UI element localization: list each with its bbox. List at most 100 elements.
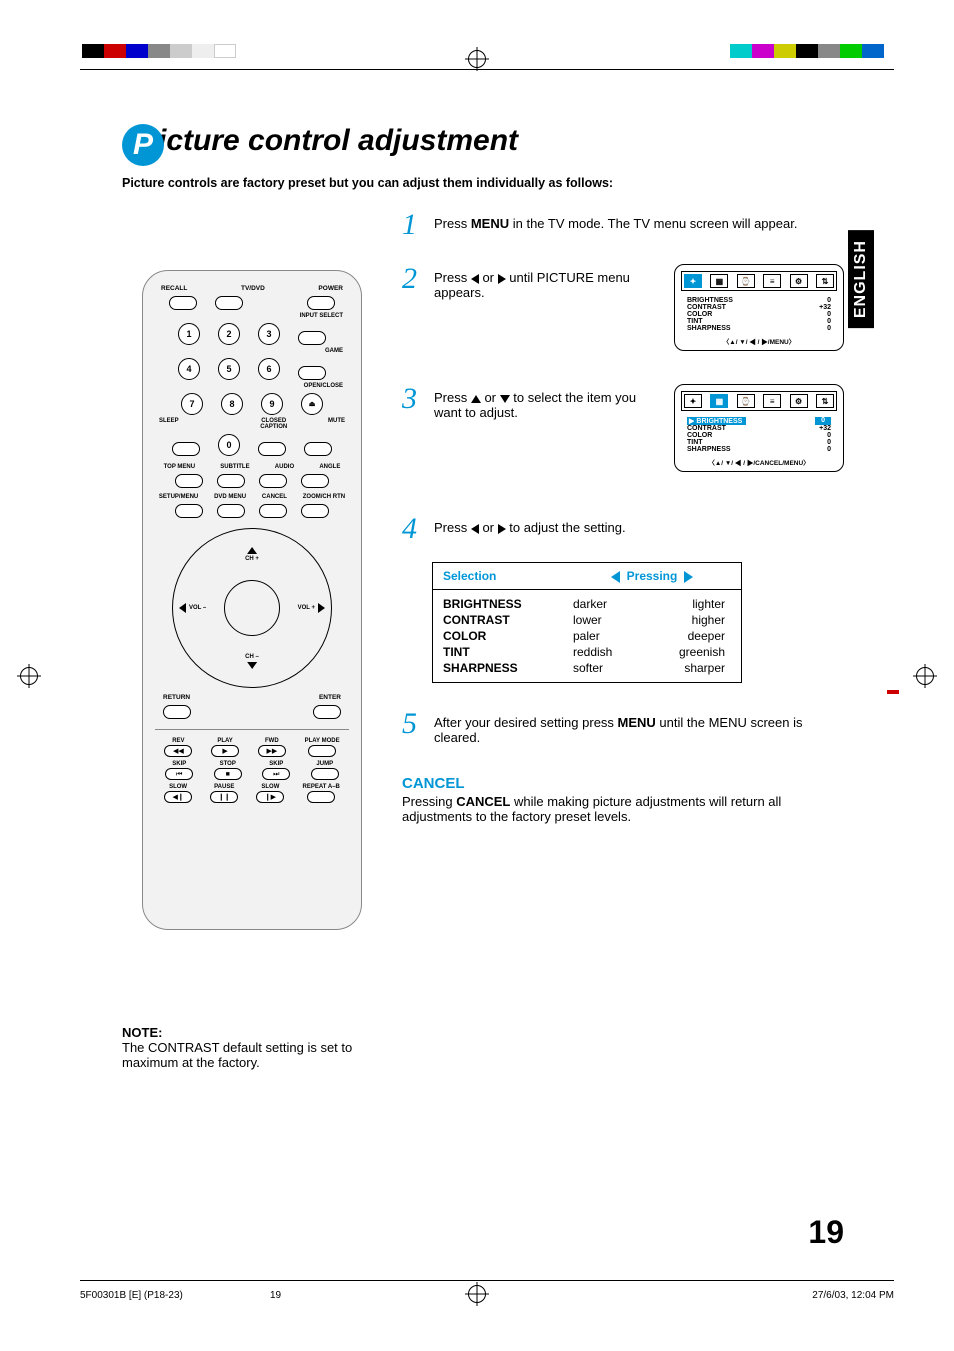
note-block: NOTE: The CONTRAST default setting is se…: [122, 1025, 372, 1070]
tv-nav-hint: ▲/ ▼/ ◀ / ▶/MENU: [729, 339, 788, 346]
remote-label-power: POWER: [318, 285, 343, 292]
remote-btn-0[interactable]: 0: [218, 434, 240, 456]
remote-btn-audio[interactable]: [259, 474, 287, 488]
heading-subtext: Picture controls are factory preset but …: [122, 176, 844, 190]
step-1-bold: MENU: [471, 216, 509, 231]
up-arrow-icon: [471, 395, 481, 403]
remote-btn-repeat[interactable]: [307, 791, 335, 803]
tv-value: +32: [819, 425, 831, 432]
tv-tab-icon: ⚙: [790, 274, 808, 288]
remote-btn-game[interactable]: [298, 366, 326, 380]
step-1: 1 Press MENU in the TV mode. The TV menu…: [402, 210, 844, 240]
note-text: The CONTRAST default setting is set to m…: [122, 1040, 352, 1070]
tv-tab-icon: ⌚: [737, 274, 755, 288]
remote-btn-dvdmenu[interactable]: [217, 504, 245, 518]
remote-btn-recall[interactable]: [169, 296, 197, 310]
sel-row-left: reddish: [563, 644, 653, 660]
sel-row-right: deeper: [653, 628, 741, 644]
remote-label-openclose: OPEN/CLOSE: [151, 383, 353, 389]
crop-rule-bottom: [80, 1280, 894, 1281]
footer-imprint: 5F00301B [E] (P18-23) 19 27/6/03, 12:04 …: [80, 1290, 894, 1301]
remote-btn-mute[interactable]: [304, 442, 332, 456]
remote-btn-fwd[interactable]: ▶▶: [258, 745, 286, 757]
tv-item: SHARPNESS: [687, 325, 731, 332]
remote-label-rev: REV: [172, 738, 184, 744]
remote-btn-inputselect[interactable]: [298, 331, 326, 345]
step-2-number: 2: [402, 264, 424, 300]
remote-btn-skipf[interactable]: ⏭: [262, 768, 290, 780]
remote-btn-cancel[interactable]: [259, 504, 287, 518]
remote-btn-playmode[interactable]: [308, 745, 336, 757]
remote-btn-pause[interactable]: ❙❙: [210, 791, 238, 803]
remote-btn-jump[interactable]: [311, 768, 339, 780]
remote-label-skipf: SKIP: [269, 761, 283, 767]
tv-item: COLOR: [687, 311, 712, 318]
remote-btn-topmenu[interactable]: [175, 474, 203, 488]
tv-item: TINT: [687, 439, 703, 446]
step-3-mid: or: [481, 390, 500, 405]
left-arrow-icon: [611, 571, 620, 583]
remote-btn-enter[interactable]: [313, 705, 341, 719]
remote-btn-tvdvd[interactable]: [215, 296, 243, 310]
footer-page: 19: [270, 1290, 281, 1301]
remote-btn-setupmenu[interactable]: [175, 504, 203, 518]
remote-label-stop: STOP: [220, 761, 236, 767]
tv-tab-icon: ▦: [710, 394, 728, 408]
remote-label-setupmenu: SETUP/MENU: [159, 494, 198, 500]
tv-tab-icon: ▦: [710, 274, 728, 288]
registration-mark-right: [916, 667, 934, 685]
remote-btn-7[interactable]: 7: [181, 393, 203, 415]
step-2: 2 Press or until PICTURE menu appears.: [402, 264, 642, 300]
thumb-index-bar: [887, 690, 899, 694]
tv-tab-icon: ⇅: [816, 274, 834, 288]
sel-row-left: paler: [563, 628, 653, 644]
tv-tab-icon: ⌚: [737, 394, 755, 408]
remote-btn-closedcaption[interactable]: [258, 442, 286, 456]
tv-value-selected: 0: [815, 417, 831, 425]
remote-btn-power[interactable]: [307, 296, 335, 310]
tv-tab-icon: ⇅: [816, 394, 834, 408]
remote-label-dvdmenu: DVD MENU: [214, 494, 246, 500]
sel-row-left: lower: [563, 612, 653, 628]
step-5: 5 After your desired setting press MENU …: [402, 709, 844, 745]
remote-btn-5[interactable]: 5: [218, 358, 240, 380]
sel-row-right: higher: [653, 612, 741, 628]
remote-dpad-center[interactable]: [224, 580, 280, 636]
remote-btn-sleep[interactable]: [172, 442, 200, 456]
remote-btn-zoom[interactable]: [301, 504, 329, 518]
remote-btn-angle[interactable]: [301, 474, 329, 488]
remote-label-slowf: SLOW: [261, 784, 279, 790]
tv-value: 0: [827, 439, 831, 446]
remote-btn-eject[interactable]: ⏏: [301, 393, 323, 415]
remote-dpad[interactable]: CH + VOL – VOL + CH –: [172, 528, 332, 688]
remote-btn-return[interactable]: [163, 705, 191, 719]
sel-row-name: BRIGHTNESS: [433, 596, 563, 612]
remote-btn-skipb[interactable]: ⏮: [165, 768, 193, 780]
footer-date: 27/6/03, 12:04 PM: [812, 1290, 894, 1301]
remote-btn-4[interactable]: 4: [178, 358, 200, 380]
remote-btn-8[interactable]: 8: [221, 393, 243, 415]
remote-btn-slowf[interactable]: ❙▶: [256, 791, 284, 803]
remote-btn-subtitle[interactable]: [217, 474, 245, 488]
right-arrow-icon: [498, 274, 506, 284]
remote-label-recall: RECALL: [161, 285, 187, 292]
print-colorbar-left: [82, 44, 236, 58]
tv-item: CONTRAST: [687, 425, 726, 432]
remote-label-slowb: SLOW: [169, 784, 187, 790]
step-5-pre: After your desired setting press: [434, 715, 618, 730]
remote-btn-6[interactable]: 6: [258, 358, 280, 380]
sel-row-left: darker: [563, 596, 653, 612]
remote-btn-9[interactable]: 9: [261, 393, 283, 415]
remote-btn-rev[interactable]: ◀◀: [164, 745, 192, 757]
remote-btn-stop[interactable]: ■: [214, 768, 242, 780]
tv-item: COLOR: [687, 432, 712, 439]
remote-label-repeat: REPEAT A–B: [303, 784, 340, 790]
remote-btn-2[interactable]: 2: [218, 323, 240, 345]
remote-btn-play[interactable]: ▶: [211, 745, 239, 757]
remote-btn-3[interactable]: 3: [258, 323, 280, 345]
tv-value: +32: [819, 304, 831, 311]
tv-tab-icon: ⚙: [790, 394, 808, 408]
remote-btn-slowb[interactable]: ◀❙: [164, 791, 192, 803]
step-3: 3 Press or to select the item you want t…: [402, 384, 642, 420]
remote-btn-1[interactable]: 1: [178, 323, 200, 345]
